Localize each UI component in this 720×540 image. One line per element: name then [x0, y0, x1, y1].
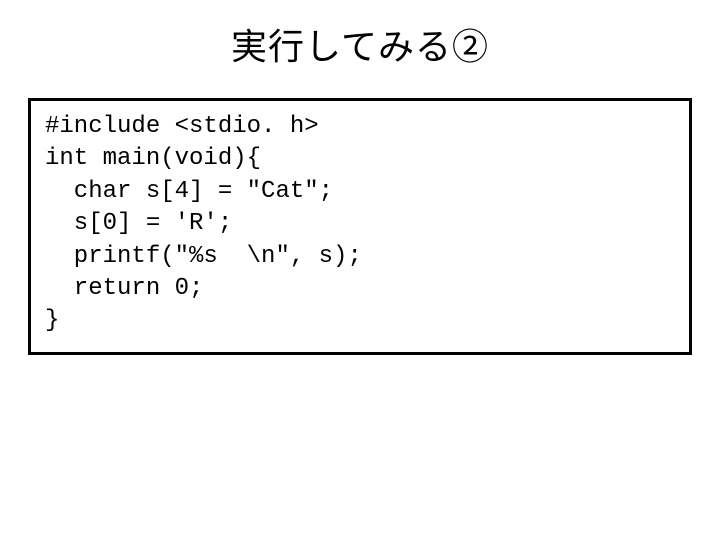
code-line: return 0;: [45, 275, 203, 302]
code-line: int main(void){: [45, 145, 261, 172]
slide-title: 実行してみる②: [0, 0, 720, 88]
code-line: s[0] = 'R';: [45, 210, 232, 237]
code-line: char s[4] = "Cat";: [45, 178, 333, 205]
code-block: #include <stdio. h> int main(void){ char…: [28, 98, 692, 355]
slide: 実行してみる② #include <stdio. h> int main(voi…: [0, 0, 720, 540]
code-line: printf("%s \n", s);: [45, 243, 362, 270]
code-line: #include <stdio. h>: [45, 113, 319, 140]
code-line: }: [45, 307, 59, 334]
